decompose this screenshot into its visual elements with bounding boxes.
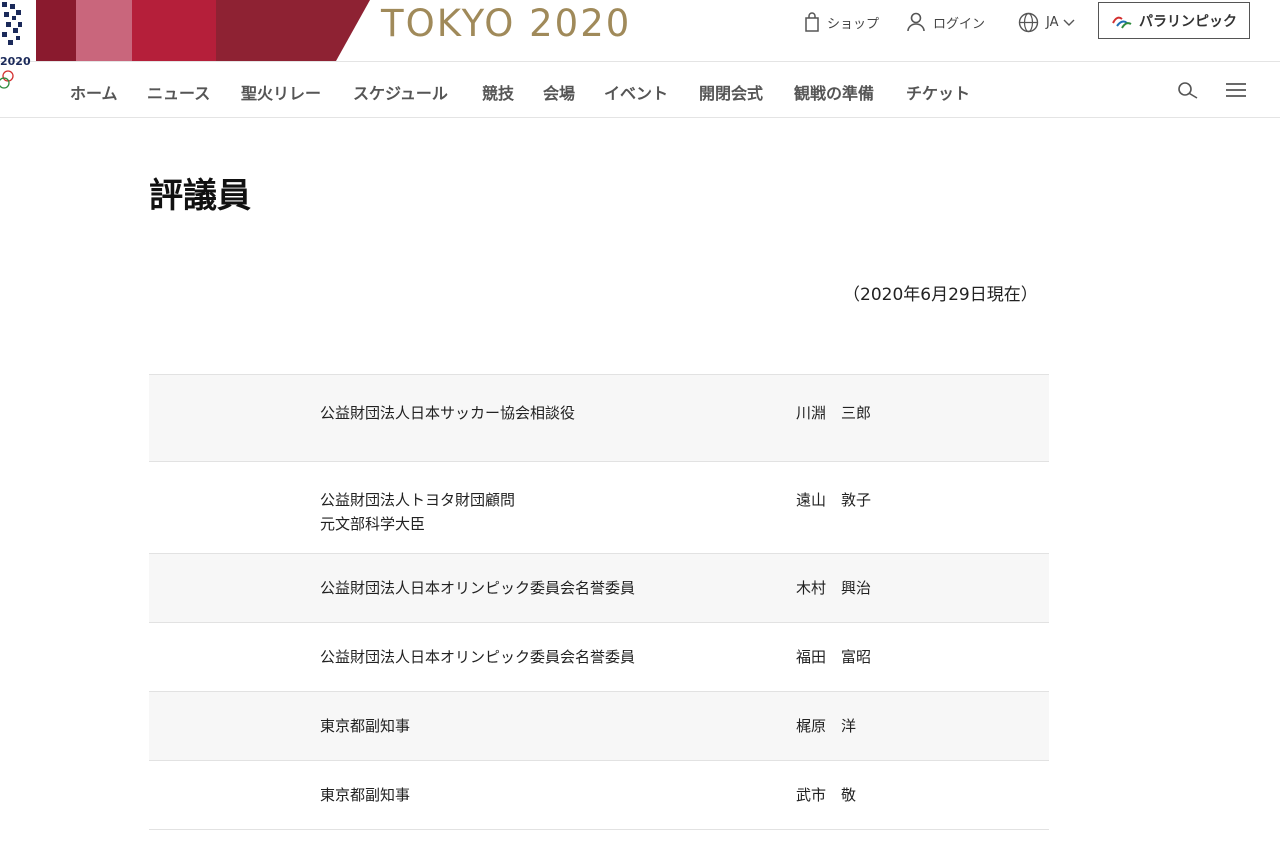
organization-line: 元文部科学大臣 [320, 515, 426, 533]
shop-label: ショップ [827, 16, 880, 32]
nav-item-ceremonies[interactable]: 開閉会式 [699, 80, 763, 104]
nav-item-spectator-guide[interactable]: 観戦の準備 [794, 80, 874, 104]
login-label: ログイン [933, 16, 986, 32]
as-of-date: （2020年6月29日現在） [843, 285, 1038, 305]
organization-line: 公益財団法人日本オリンピック委員会名誉委員 [320, 648, 636, 666]
member-name: 梶原 洋 [796, 717, 857, 735]
organization-line: 公益財団法人日本サッカー協会相談役 [320, 404, 576, 422]
nav-item-venues[interactable]: 会場 [543, 80, 575, 104]
nav-item-schedule[interactable]: スケジュール [353, 80, 448, 104]
paralympic-agitos-icon [1112, 16, 1132, 29]
header-banner-graphic [36, 0, 370, 61]
user-icon [907, 12, 925, 32]
member-name: 川淵 三郎 [796, 404, 872, 422]
member-name: 福田 富昭 [796, 648, 872, 666]
search-icon [1178, 82, 1198, 99]
organization-line: 東京都副知事 [320, 786, 411, 804]
organization-line: 公益財団法人日本オリンピック委員会名誉委員 [320, 579, 636, 597]
paralympic-button[interactable]: パラリンピック [1098, 2, 1250, 39]
nav-item-tickets[interactable]: チケット [906, 80, 970, 104]
organization-cell: 公益財団法人トヨタ財団顧問 元文部科学大臣 [320, 488, 515, 536]
shop-link[interactable]: ショップ [804, 8, 879, 36]
table-row: 公益財団法人日本オリンピック委員会名誉委員 木村 興治 [149, 554, 1049, 623]
organization-cell: 東京都副知事 [320, 783, 410, 807]
table-row: 東京都副知事 梶原 洋 [149, 692, 1049, 761]
tokyo2020-logo[interactable]: TOKYO 2020 [381, 2, 631, 45]
main-nav: ホーム ニュース 聖火リレー スケジュール 競技 会場 イベント 開閉会式 観戦… [0, 62, 1280, 118]
nav-item-home[interactable]: ホーム [70, 80, 118, 104]
member-name: 木村 興治 [796, 579, 872, 597]
table-row: 公益財団法人トヨタ財団顧問 元文部科学大臣 遠山 敦子 [149, 462, 1049, 554]
login-link[interactable]: ログイン [906, 8, 985, 36]
nav-item-sports[interactable]: 競技 [482, 80, 514, 104]
nav-item-news[interactable]: ニュース [147, 80, 210, 104]
shopping-bag-icon [805, 12, 819, 32]
nav-item-events[interactable]: イベント [604, 80, 668, 104]
organization-cell: 公益財団法人日本オリンピック委員会名誉委員 [320, 576, 635, 600]
chevron-down-icon [1063, 19, 1074, 26]
nav-item-torch-relay[interactable]: 聖火リレー [241, 80, 321, 104]
language-label: JA [1046, 14, 1059, 30]
councillors-table: 公益財団法人日本サッカー協会相談役 川淵 三郎 公益財団法人トヨタ財団顧問 元文… [149, 374, 1049, 830]
page-title: 評議員 [149, 176, 251, 216]
language-selector[interactable]: JA [1018, 8, 1082, 36]
search-button[interactable] [1177, 81, 1199, 105]
hamburger-menu-icon [1226, 83, 1246, 97]
site-header: 2020 TOKYO 2020 ショップ ログイン JA パラリンピック [0, 0, 1280, 89]
organization-cell: 公益財団法人日本サッカー協会相談役 [320, 401, 575, 425]
menu-button[interactable] [1225, 82, 1247, 102]
organization-cell: 公益財団法人日本オリンピック委員会名誉委員 [320, 645, 635, 669]
paralympic-label: パラリンピック [1139, 13, 1237, 30]
emblem-checker-icon [0, 0, 22, 50]
table-row: 東京都副知事 武市 敬 [149, 761, 1049, 830]
organization-line: 公益財団法人トヨタ財団顧問 [320, 491, 516, 509]
member-name: 遠山 敦子 [796, 491, 872, 509]
table-row: 公益財団法人日本オリンピック委員会名誉委員 福田 富昭 [149, 623, 1049, 692]
table-row: 公益財団法人日本サッカー協会相談役 川淵 三郎 [149, 375, 1049, 462]
member-name: 武市 敬 [796, 786, 857, 804]
organization-line: 東京都副知事 [320, 717, 411, 735]
organization-cell: 東京都副知事 [320, 714, 410, 738]
globe-icon [1018, 12, 1039, 32]
